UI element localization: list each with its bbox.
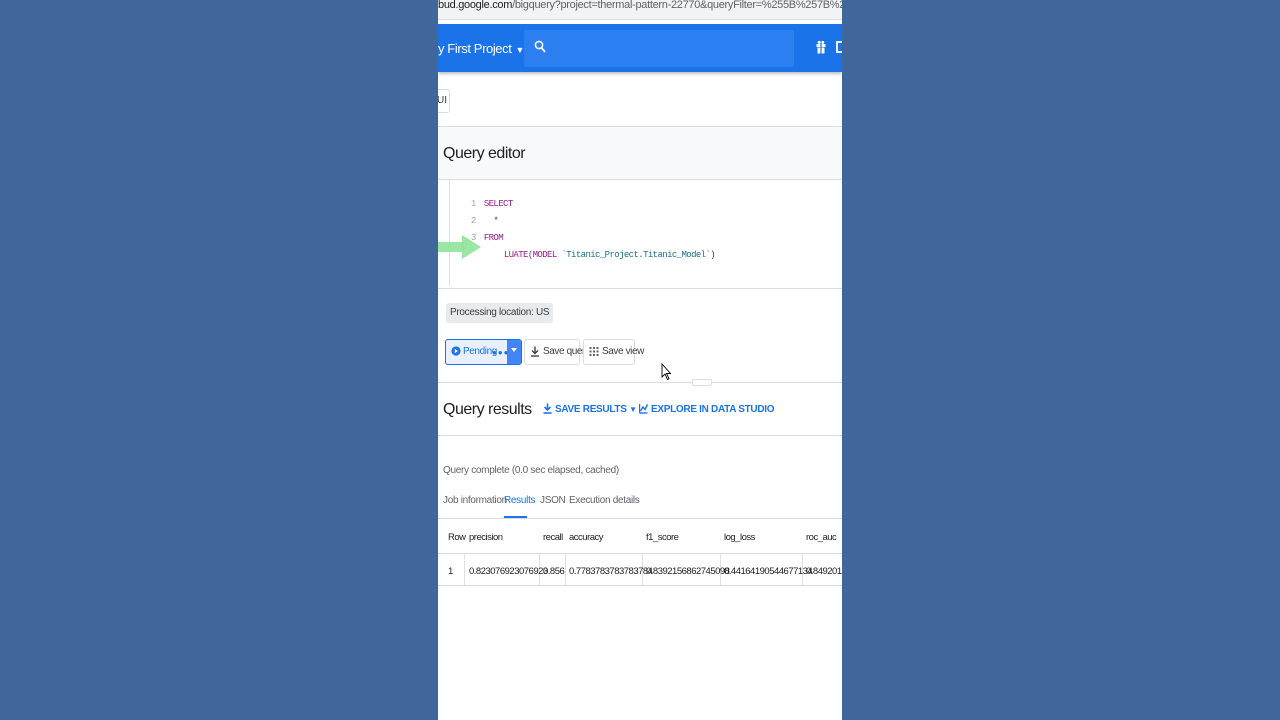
tab-results[interactable]: Results bbox=[504, 495, 536, 506]
table-cell: 0.849201 bbox=[806, 566, 842, 577]
explore-data-studio-button[interactable]: EXPLORE IN DATA STUDIO bbox=[639, 403, 775, 415]
search-bar[interactable] bbox=[524, 30, 794, 67]
column-header: precision bbox=[469, 532, 503, 543]
tab-execution-details[interactable]: Execution details bbox=[569, 495, 640, 506]
table-cell: 0.7783783783783784 bbox=[569, 566, 653, 577]
divider bbox=[438, 382, 842, 383]
results-table-header: Row precision recall accuracy f1_score l… bbox=[438, 519, 842, 554]
tab-job-information[interactable]: Job information bbox=[443, 495, 507, 506]
query-results-title: Query results bbox=[443, 401, 532, 418]
top-app-bar: y First Project ▼ bbox=[438, 24, 842, 72]
code-line-4: LUATE(MODEL `Titanic_Project.Titanic_Mod… bbox=[475, 240, 716, 270]
table-cell: 1 bbox=[448, 566, 453, 577]
save-results-button[interactable]: SAVE RESULTS ▼ bbox=[543, 403, 637, 415]
table-cell: 0.8392156862745098 bbox=[646, 566, 730, 577]
column-header: log_loss bbox=[724, 532, 755, 543]
project-label: y First Project bbox=[438, 41, 512, 56]
column-header: roc_auc bbox=[806, 532, 837, 543]
table-cell: 0.823076923076923 bbox=[469, 566, 548, 577]
chart-icon bbox=[639, 404, 648, 414]
download-icon bbox=[531, 346, 539, 357]
save-view-label: Save view bbox=[602, 346, 644, 357]
column-header: Row bbox=[448, 532, 466, 543]
caret-down-icon: ▼ bbox=[515, 45, 524, 55]
resize-handle[interactable] bbox=[692, 379, 712, 386]
divider bbox=[438, 288, 842, 289]
column-header: accuracy bbox=[569, 532, 604, 543]
column-divider bbox=[565, 554, 566, 585]
save-view-button[interactable]: Save view bbox=[583, 339, 644, 365]
query-editor-header: Query editor bbox=[438, 127, 842, 179]
code-keyword: MODEL bbox=[532, 250, 558, 260]
query-status: Query complete (0.0 sec elapsed, cached) bbox=[443, 465, 619, 476]
project-selector[interactable]: y First Project ▼ bbox=[438, 41, 524, 56]
mouse-cursor-icon bbox=[661, 363, 671, 381]
tab-json[interactable]: JSON bbox=[540, 495, 566, 506]
editor-tab-chip[interactable]: UI bbox=[438, 89, 450, 113]
grid-icon bbox=[589, 347, 599, 356]
table-row: 1 0.823076923076923 0.856 0.778378378378… bbox=[438, 554, 842, 586]
gift-icon[interactable] bbox=[816, 40, 826, 54]
chevron-down-icon bbox=[511, 348, 517, 352]
notifications-icon[interactable] bbox=[836, 40, 842, 54]
processing-location-badge: Processing location: US bbox=[446, 303, 554, 323]
column-header: f1_score bbox=[646, 532, 679, 543]
query-editor-title: Query editor bbox=[443, 145, 526, 162]
code-editor[interactable]: 1 SELECT 2 * 3 FROM LUATE(MODEL `Titanic_P… bbox=[438, 180, 842, 288]
search-icon bbox=[534, 40, 546, 53]
code-function: LUATE( bbox=[503, 250, 533, 260]
url-path: /bigquery?project=thermal-pattern-22770&… bbox=[512, 0, 842, 11]
download-icon bbox=[543, 403, 552, 414]
table-cell: 0.44164190544677134 bbox=[724, 566, 813, 577]
code-paren: ) bbox=[710, 250, 716, 260]
code-identifier: `Titanic_Project.Titanic_Model` bbox=[561, 250, 711, 260]
save-query-button[interactable]: Save query bbox=[524, 339, 590, 365]
run-button-pending[interactable]: Pending ●●● bbox=[445, 339, 522, 365]
bigquery-window: bud.google.com/bigquery?project=thermal-… bbox=[438, 0, 842, 720]
column-divider bbox=[464, 554, 465, 585]
divider bbox=[438, 435, 842, 436]
caret-down-icon: ▼ bbox=[629, 405, 637, 414]
save-results-label: SAVE RESULTS bbox=[555, 404, 627, 415]
table-cell: 0.856 bbox=[543, 566, 565, 577]
arrow-icon bbox=[438, 235, 481, 259]
background-left bbox=[0, 0, 438, 720]
background-right bbox=[842, 0, 1280, 720]
play-circle-icon bbox=[451, 346, 461, 356]
explore-label: EXPLORE IN DATA STUDIO bbox=[651, 404, 775, 415]
address-bar[interactable]: bud.google.com/bigquery?project=thermal-… bbox=[438, 0, 842, 20]
url-host: bud.google.com bbox=[438, 0, 513, 11]
column-header: recall bbox=[543, 532, 563, 543]
